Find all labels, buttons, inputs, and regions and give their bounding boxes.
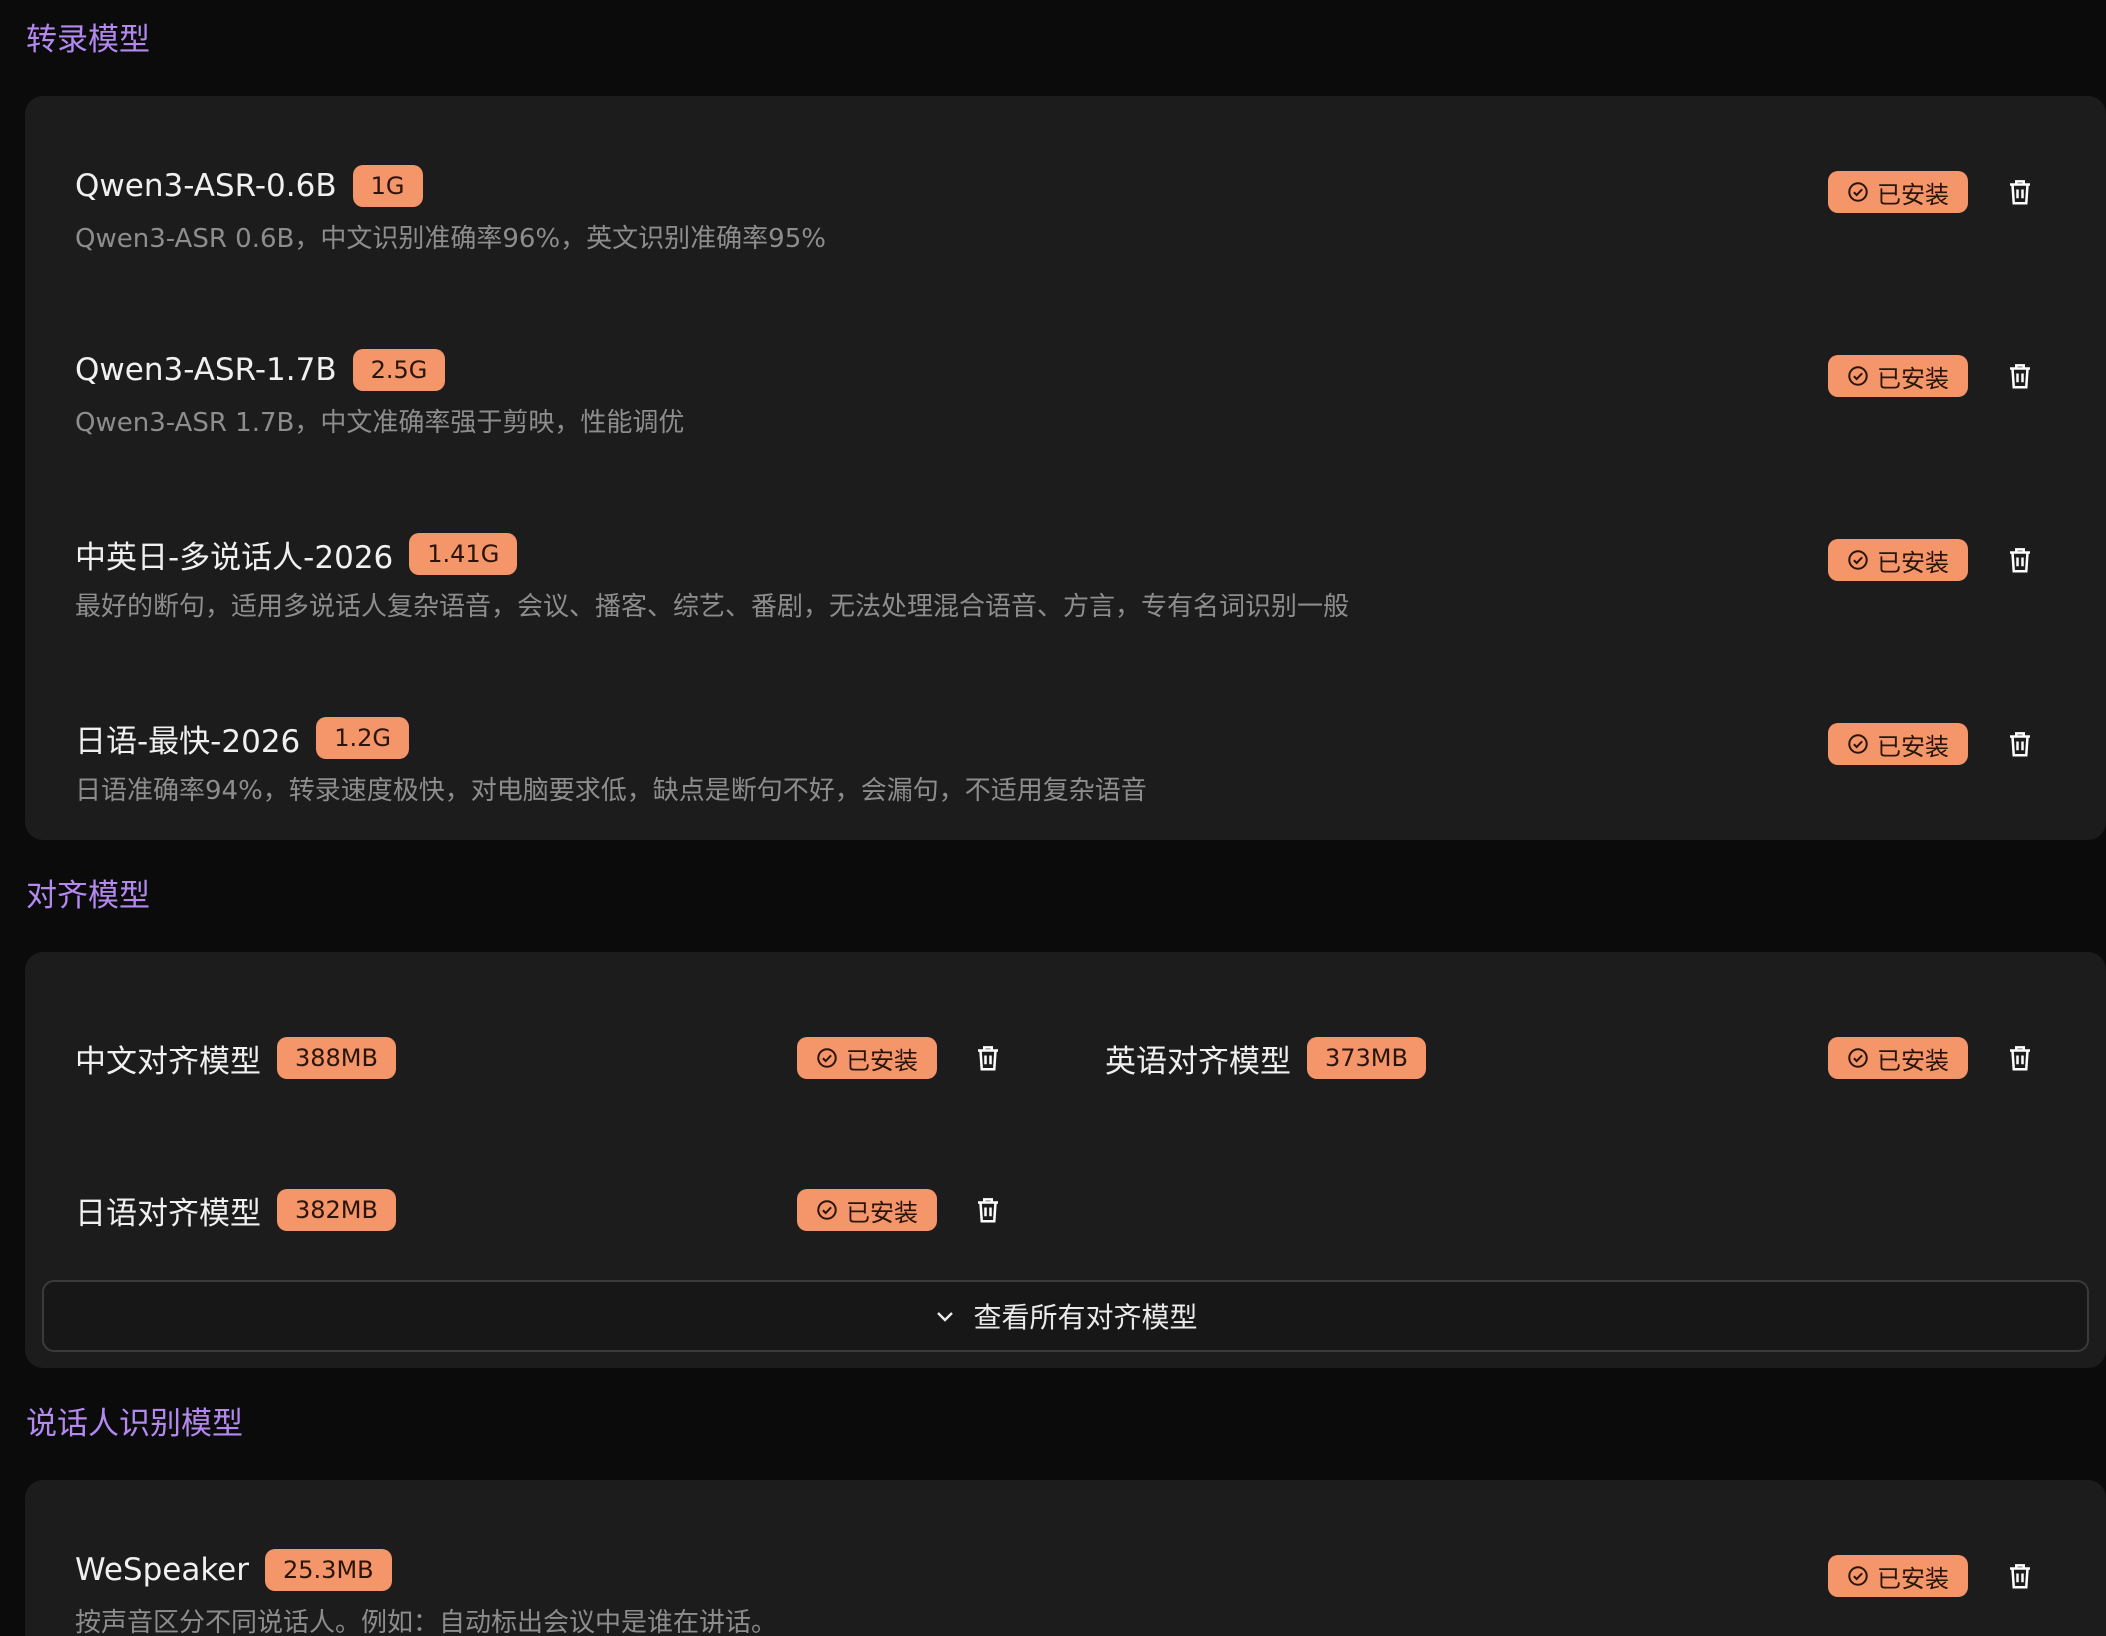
- installed-badge: 已安装: [1828, 171, 1968, 213]
- check-circle-icon: [817, 1048, 837, 1068]
- model-name: 日语对齐模型: [75, 1195, 261, 1232]
- trash-icon: [2010, 364, 2030, 389]
- model-name: WeSpeaker: [75, 1552, 249, 1588]
- trash-icon: [2010, 1046, 2030, 1071]
- speaker-models-card: WeSpeaker 25.3MB 按声音区分不同说话人。例如：自动标出会议中是谁…: [25, 1480, 2106, 1636]
- section-title-transcription: 转录模型: [26, 22, 150, 58]
- model-row-qwen3-asr-0-6b: Qwen3-ASR-0.6B 1G Qwen3-ASR 0.6B，中文识别准确率…: [25, 146, 2106, 276]
- delete-button[interactable]: [2002, 1558, 2038, 1594]
- installed-badge: 已安装: [1828, 1555, 1968, 1597]
- model-name: 日语-最快-2026: [75, 723, 301, 760]
- transcription-models-card: Qwen3-ASR-0.6B 1G Qwen3-ASR 0.6B，中文识别准确率…: [25, 96, 2106, 840]
- check-circle-icon: [1848, 366, 1868, 386]
- model-name: 中英日-多说话人-2026: [75, 539, 394, 576]
- trash-icon: [2010, 1564, 2030, 1589]
- size-badge: 1G: [352, 165, 423, 207]
- installed-badge: 已安装: [1828, 1037, 1968, 1079]
- size-badge: 388MB: [277, 1037, 396, 1079]
- model-settings-page: 转录模型 Qwen3-ASR-0.6B 1G Qwen3-ASR 0.6B，中文…: [0, 0, 2106, 1636]
- check-circle-icon: [1848, 182, 1868, 202]
- delete-button[interactable]: [2002, 726, 2038, 762]
- trash-icon: [978, 1046, 998, 1071]
- installed-badge: 已安装: [797, 1037, 937, 1079]
- model-name: Qwen3-ASR-0.6B: [75, 168, 337, 204]
- model-description: 按声音区分不同说话人。例如：自动标出会议中是谁在讲话。: [75, 1608, 778, 1636]
- delete-button[interactable]: [2002, 174, 2038, 210]
- check-circle-icon: [1848, 550, 1868, 570]
- model-description: 最好的断句，适用多说话人复杂语音，会议、播客、综艺、番剧，无法处理混合语音、方言…: [75, 592, 1350, 622]
- size-badge: 382MB: [277, 1189, 396, 1231]
- chevron-down-icon: [937, 1312, 954, 1322]
- installed-badge: 已安装: [1828, 355, 1968, 397]
- size-badge: 1.2G: [316, 717, 410, 759]
- model-row-wespeaker: WeSpeaker 25.3MB 按声音区分不同说话人。例如：自动标出会议中是谁…: [25, 1530, 2106, 1636]
- alignment-models-card: 中文对齐模型 388MB 已安装 英语对齐模型 373MB 已安装 日语对齐模型…: [25, 952, 2106, 1368]
- model-description: Qwen3-ASR 0.6B，中文识别准确率96%，英文识别准确率95%: [75, 224, 826, 254]
- trash-icon: [978, 1198, 998, 1223]
- trash-icon: [2010, 548, 2030, 573]
- size-badge: 1.41G: [409, 533, 518, 575]
- view-all-label: 查看所有对齐模型: [973, 1301, 1198, 1334]
- installed-badge: 已安装: [1828, 539, 1968, 581]
- model-description: Qwen3-ASR 1.7B，中文准确率强于剪映，性能调优: [75, 408, 685, 438]
- installed-badge: 已安装: [797, 1189, 937, 1231]
- trash-icon: [2010, 180, 2030, 205]
- size-badge: 2.5G: [352, 349, 446, 391]
- model-name: 英语对齐模型: [1105, 1043, 1291, 1080]
- size-badge: 373MB: [1307, 1037, 1426, 1079]
- trash-icon: [2010, 732, 2030, 757]
- delete-button[interactable]: [970, 1192, 1006, 1228]
- section-title-speaker: 说话人识别模型: [26, 1406, 243, 1442]
- check-circle-icon: [1848, 734, 1868, 754]
- delete-button[interactable]: [2002, 542, 2038, 578]
- installed-badge: 已安装: [1828, 723, 1968, 765]
- delete-button[interactable]: [2002, 1040, 2038, 1076]
- model-description: 日语准确率94%，转录速度极快，对电脑要求低，缺点是断句不好，会漏句，不适用复杂…: [75, 776, 1147, 806]
- view-all-alignment-models-button[interactable]: 查看所有对齐模型: [42, 1280, 2089, 1352]
- model-row-multi-speaker-2026: 中英日-多说话人-2026 1.41G 最好的断句，适用多说话人复杂语音，会议、…: [25, 514, 2106, 644]
- model-row-japanese-fastest-2026: 日语-最快-2026 1.2G 日语准确率94%，转录速度极快，对电脑要求低，缺…: [25, 698, 2106, 828]
- check-circle-icon: [1848, 1048, 1868, 1068]
- alignment-item-english: 英语对齐模型 373MB: [1105, 1036, 1426, 1080]
- delete-button[interactable]: [2002, 358, 2038, 394]
- check-circle-icon: [817, 1200, 837, 1220]
- section-title-alignment: 对齐模型: [26, 878, 150, 914]
- alignment-item-chinese: 中文对齐模型 388MB: [75, 1036, 396, 1080]
- check-circle-icon: [1848, 1566, 1868, 1586]
- model-name: Qwen3-ASR-1.7B: [75, 352, 337, 388]
- delete-button[interactable]: [970, 1040, 1006, 1076]
- model-name: 中文对齐模型: [75, 1043, 261, 1080]
- alignment-item-japanese: 日语对齐模型 382MB: [75, 1188, 396, 1232]
- size-badge: 25.3MB: [265, 1549, 392, 1591]
- model-row-qwen3-asr-1-7b: Qwen3-ASR-1.7B 2.5G Qwen3-ASR 1.7B，中文准确率…: [25, 330, 2106, 460]
